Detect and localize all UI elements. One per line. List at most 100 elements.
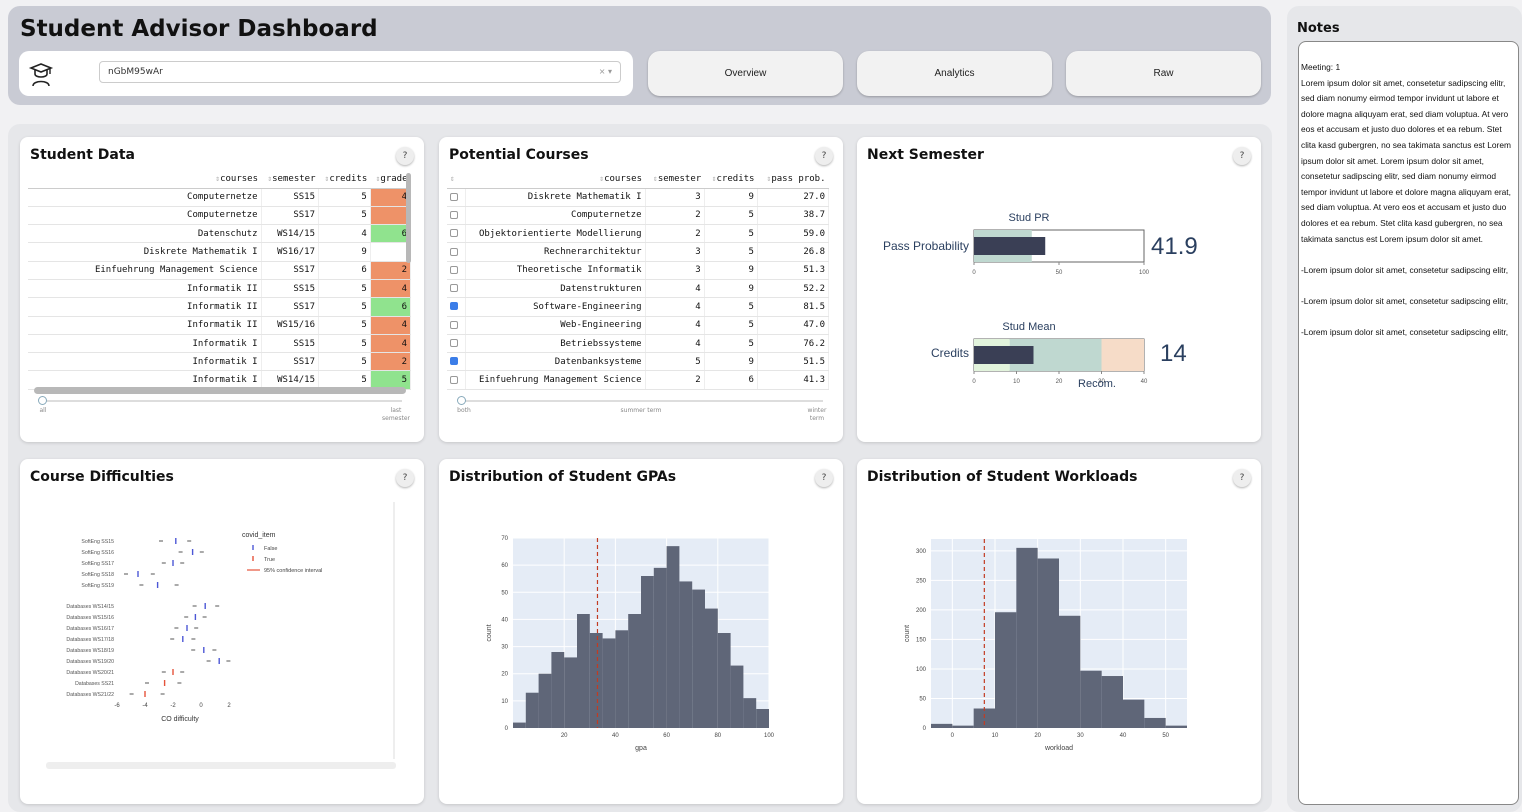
- gauge-tick-label: 0: [972, 270, 976, 276]
- student-id-value: nGbM95wAr: [108, 67, 163, 77]
- table-cell-grade: 4: [370, 334, 412, 354]
- term-slider-track[interactable]: [461, 400, 823, 402]
- legend-title: covid_item: [242, 532, 276, 539]
- horizontal-scrollbar[interactable]: [34, 387, 406, 394]
- row-checkbox[interactable]: [450, 320, 458, 329]
- y-tick-label: 10: [501, 699, 508, 705]
- table-cell-grade: 4: [370, 279, 412, 299]
- table-cell-semester: SS15: [261, 279, 319, 299]
- gauge-tick-label: 40: [1141, 379, 1148, 385]
- table-cell-course: Web-Engineering: [465, 316, 646, 335]
- analytics-button[interactable]: Analytics: [857, 51, 1052, 96]
- table-row: Informatik I SS17 5 2: [28, 352, 412, 372]
- table-row: Rechnerarchitektur 3 5 26.8: [447, 242, 830, 262]
- card-title: Potential Courses: [449, 147, 589, 163]
- course-difficulties-chart: SoftEng SS15 SoftEng SS16 SoftEng SS17 Soft…: [46, 502, 396, 769]
- semester-slider-handle[interactable]: [38, 396, 47, 405]
- table-row: Informatik II WS15/16 5 4: [28, 316, 412, 335]
- table-row: Informatik II SS17 5 6: [28, 297, 412, 317]
- chevron-down-icon[interactable]: ▾: [608, 67, 612, 76]
- column-header[interactable]: ⇕courses: [465, 170, 645, 189]
- column-header[interactable]: ⇕grade: [370, 170, 411, 189]
- table-row: Computernetze 2 5 38.7: [447, 206, 830, 226]
- table-cell-course: Einfuehrung Management Science: [28, 261, 262, 280]
- histogram-bar: [525, 692, 539, 728]
- y-tick-label: 200: [916, 608, 927, 614]
- row-checkbox[interactable]: [450, 229, 458, 238]
- row-checkbox[interactable]: [450, 192, 458, 201]
- term-slider-handle[interactable]: [457, 396, 466, 405]
- gauge-reference-label: Stud Mean: [1002, 321, 1055, 333]
- clear-icon[interactable]: ×: [599, 67, 606, 76]
- slider-label-all: all: [39, 407, 47, 414]
- histogram-bar: [615, 630, 629, 728]
- help-button[interactable]: ?: [815, 147, 833, 165]
- vertical-scrollbar[interactable]: [406, 173, 411, 263]
- table-cell-credits: 6: [704, 370, 758, 390]
- student-id-select[interactable]: nGbM95wAr × ▾: [99, 61, 621, 83]
- y-axis-title: count: [486, 624, 493, 641]
- table-cell-course: Computernetze: [28, 206, 262, 226]
- row-checkbox[interactable]: [450, 339, 458, 348]
- notes-textarea[interactable]: Meeting: 1 Lorem ipsum dolor sit amet, c…: [1298, 41, 1519, 805]
- row-checkbox[interactable]: [450, 247, 458, 256]
- table-cell-grade: 6: [370, 297, 412, 317]
- overview-button[interactable]: Overview: [648, 51, 843, 96]
- column-header[interactable]: ⇕semester: [645, 170, 705, 189]
- table-cell-grade: 2: [370, 352, 412, 372]
- table-cell-grade: 4: [370, 188, 412, 207]
- table-row: Einfuehrung Management Science 2 6 41.3: [447, 370, 830, 390]
- potential-courses-card: Potential Courses ? ⇕ ⇕courses ⇕semester…: [439, 137, 843, 442]
- column-header[interactable]: ⇕semester: [261, 170, 319, 189]
- semester-slider-track[interactable]: [42, 400, 402, 402]
- table-cell-semester: 4: [645, 334, 705, 354]
- x-tick-label: 50: [1162, 733, 1169, 739]
- row-checkbox[interactable]: [450, 357, 458, 366]
- table-row: Theoretische Informatik 3 9 51.3: [447, 261, 830, 280]
- row-select-cell: [447, 370, 466, 390]
- row-checkbox[interactable]: [450, 265, 458, 274]
- table-row: Datenschutz WS14/15 4 6: [28, 224, 412, 244]
- gpa-histogram: 0 10 20 30 40 50 60 70 20 40 60 80 100 gpa count: [486, 536, 775, 752]
- gauge-reference-label: Stud PR: [1009, 212, 1050, 224]
- category-label: Databases WS21/22: [66, 692, 114, 698]
- row-checkbox[interactable]: [450, 284, 458, 293]
- gauge-tick-label: 50: [1056, 270, 1063, 276]
- x-tick-label: 0: [199, 703, 203, 709]
- card-title: Student Data: [30, 147, 135, 163]
- table-cell-credits: 9: [704, 352, 758, 372]
- table-cell-prob: 51.3: [757, 261, 830, 280]
- table-cell-credits: 9: [704, 279, 758, 299]
- table-row: Informatik I SS15 5 4: [28, 334, 412, 354]
- table-cell-course: Informatik II: [28, 279, 262, 299]
- column-header[interactable]: ⇕courses: [28, 170, 261, 189]
- row-checkbox[interactable]: [450, 302, 458, 311]
- histogram-bar: [756, 709, 769, 728]
- help-button[interactable]: ?: [396, 147, 414, 165]
- table-cell-semester: SS17: [261, 206, 319, 226]
- course-difficulties-card: Course Difficulties ? SoftEng SS15 SoftEn…: [20, 459, 424, 804]
- gauge-label: Credits: [931, 346, 969, 360]
- row-checkbox[interactable]: [450, 210, 458, 219]
- histogram-bar: [1016, 547, 1038, 728]
- table-cell-grade: [370, 242, 412, 262]
- table-row: Software-Engineering 4 5 81.5: [447, 297, 830, 317]
- row-select-cell: [447, 316, 466, 335]
- column-header-select[interactable]: ⇕: [447, 170, 465, 189]
- row-select-cell: [447, 242, 466, 262]
- x-tick-label: 0: [951, 733, 955, 739]
- table-cell-prob: 51.5: [757, 352, 830, 372]
- histogram-bar: [602, 638, 616, 728]
- column-header[interactable]: ⇕credits: [318, 170, 371, 189]
- column-header[interactable]: ⇕pass prob.: [757, 170, 829, 189]
- histogram-bar: [717, 633, 731, 728]
- raw-button[interactable]: Raw: [1066, 51, 1261, 96]
- workload-histogram: 0 50 100 150 200 250 300 0 10 20 30 40 50 workload cou…: [904, 539, 1187, 752]
- table-cell-course: Informatik II: [28, 316, 262, 335]
- table-cell-semester: SS15: [261, 188, 319, 207]
- legend-entry: True: [264, 557, 275, 563]
- table-cell-grade: 4: [370, 316, 412, 335]
- row-checkbox[interactable]: [450, 375, 458, 384]
- category-label: Databases WS15/16: [66, 615, 114, 621]
- column-header[interactable]: ⇕credits: [704, 170, 758, 189]
